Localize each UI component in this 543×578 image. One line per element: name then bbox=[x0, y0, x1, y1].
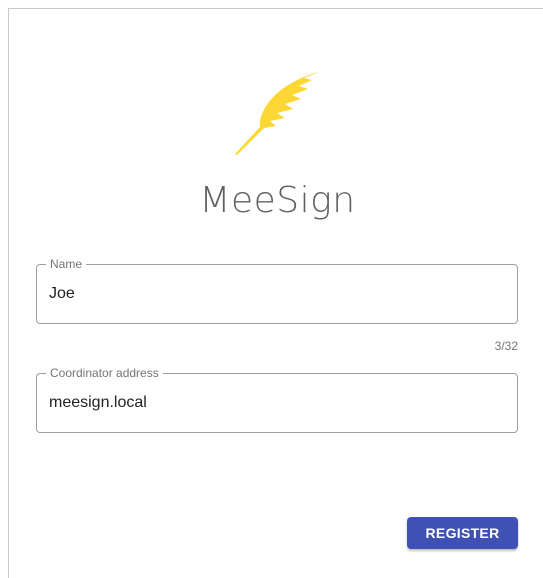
app-title: MeeSign bbox=[199, 180, 356, 221]
feather-icon bbox=[235, 72, 319, 155]
name-char-counter: 3/32 bbox=[494, 339, 518, 353]
name-input[interactable] bbox=[49, 282, 504, 306]
name-field-label: Name bbox=[46, 256, 87, 272]
coordinator-address-field[interactable]: Coordinator address bbox=[36, 365, 518, 433]
coordinator-address-label: Coordinator address bbox=[46, 365, 163, 381]
register-button[interactable]: REGISTER bbox=[407, 517, 518, 549]
coordinator-address-input[interactable] bbox=[49, 391, 504, 415]
name-field[interactable]: Name bbox=[36, 256, 518, 324]
